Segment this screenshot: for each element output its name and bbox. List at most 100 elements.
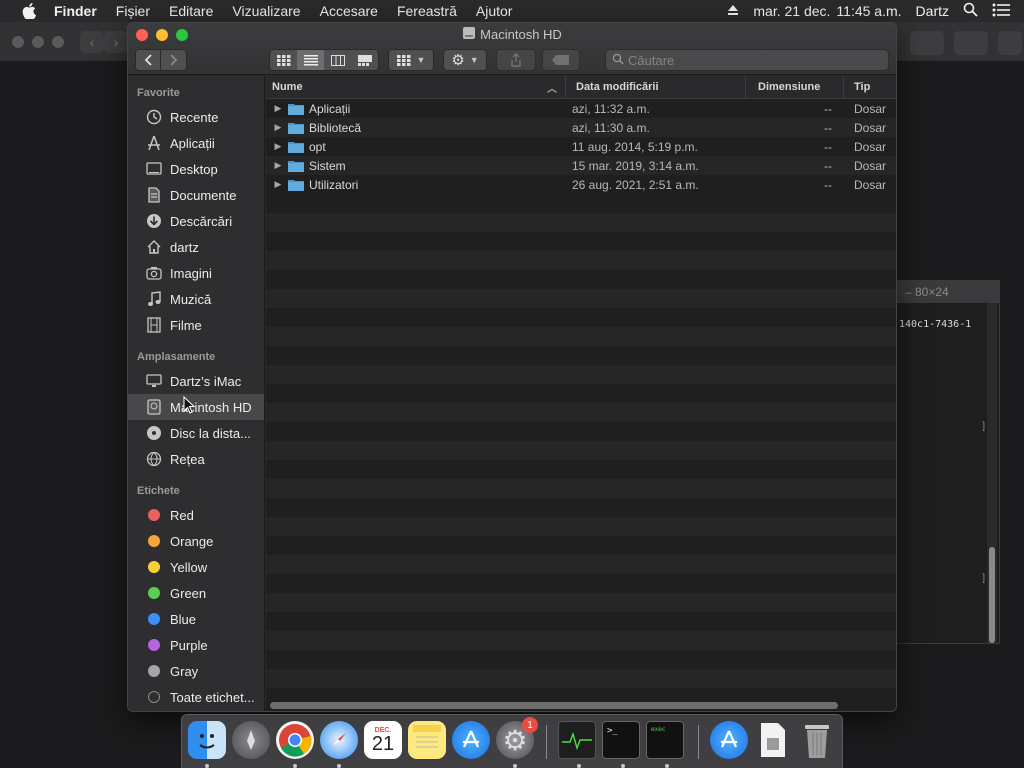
tag-dot-icon <box>148 535 160 547</box>
mouse-pointer-icon <box>183 395 196 414</box>
finder-app-icon[interactable] <box>188 721 226 759</box>
back-button[interactable] <box>136 50 162 70</box>
notes-app-icon[interactable] <box>408 721 446 759</box>
menu-view[interactable]: Vizualizare <box>232 3 300 19</box>
bg-minimize-icon <box>32 36 44 48</box>
sidebar-tag-all-tags[interactable]: Toate etichet... <box>128 684 264 710</box>
sidebar-item-remote-disc[interactable]: Disc la dista... <box>128 420 264 446</box>
menubar-time[interactable]: 11:45 a.m. <box>836 3 901 19</box>
view-mode-control <box>269 49 379 71</box>
sidebar-item-documents[interactable]: Documente <box>128 182 264 208</box>
file-name: opt <box>309 139 326 154</box>
sidebar-tag-red[interactable]: Red <box>128 502 264 528</box>
app-store-app-icon[interactable] <box>452 721 490 759</box>
column-header-kind[interactable]: Tip <box>844 76 896 98</box>
disclosure-triangle-icon[interactable]: ▶ <box>268 179 288 190</box>
sidebar-tag-green[interactable]: Green <box>128 580 264 606</box>
trash-icon[interactable] <box>798 721 836 759</box>
file-size: -- <box>824 158 832 173</box>
terminal-scrollbar[interactable] <box>987 303 997 643</box>
column-header-modified[interactable]: Data modificării <box>566 76 746 98</box>
sidebar-tag-yellow[interactable]: Yellow <box>128 554 264 580</box>
table-row[interactable]: ▶ Aplicații azi, 11:32 a.m. -- Dosar <box>266 99 896 118</box>
column-header-size[interactable]: Dimensiune <box>746 76 844 98</box>
file-name: Utilizatori <box>309 177 359 192</box>
sidebar-item-macintosh-hd[interactable]: Macintosh HD <box>128 394 264 420</box>
menu-file[interactable]: Fișier <box>116 3 150 19</box>
chrome-app-icon[interactable] <box>276 721 314 759</box>
dock: DEC. 21 ⚙ 1 >_ exec <box>181 714 843 768</box>
sidebar-item-desktop[interactable]: Desktop <box>128 156 264 182</box>
sidebar-item-imac[interactable]: Dartz’s iMac <box>128 368 264 394</box>
column-view-button[interactable] <box>324 50 351 70</box>
gallery-view-button[interactable] <box>351 50 378 70</box>
sidebar-item-home[interactable]: dartz <box>128 234 264 260</box>
action-menu-button[interactable]: ⚙ ▼ <box>443 49 487 71</box>
table-row[interactable]: ▶ Utilizatori 26 aug. 2021, 2:51 a.m. --… <box>266 175 896 194</box>
disclosure-triangle-icon[interactable]: ▶ <box>268 103 288 114</box>
file-name: Aplicații <box>309 101 351 116</box>
download-icon <box>145 212 163 230</box>
sidebar-item-movies[interactable]: Filme <box>128 312 264 338</box>
sidebar-tag-blue[interactable]: Blue <box>128 606 264 632</box>
launchpad-app-icon[interactable] <box>232 721 270 759</box>
menu-window[interactable]: Fereastră <box>397 3 457 19</box>
menubar-user[interactable]: Dartz <box>916 3 949 19</box>
sidebar-tag-orange[interactable]: Orange <box>128 528 264 554</box>
terminal-scroll-thumb[interactable] <box>989 547 995 643</box>
document-stack-icon[interactable] <box>754 721 792 759</box>
safari-app-icon[interactable] <box>320 721 358 759</box>
exec-script-icon[interactable]: exec <box>646 721 684 759</box>
calendar-app-icon[interactable]: DEC. 21 <box>364 721 402 759</box>
disclosure-triangle-icon[interactable]: ▶ <box>268 122 288 133</box>
table-row[interactable]: ▶ Sistem 15 mar. 2019, 3:14 a.m. -- Dosa… <box>266 156 896 175</box>
icon-view-button[interactable] <box>270 50 297 70</box>
activity-monitor-app-icon[interactable] <box>558 721 596 759</box>
folder-icon <box>288 161 304 172</box>
column-header-name[interactable]: Nume ︿ <box>266 76 566 98</box>
search-input[interactable] <box>628 52 878 68</box>
horizontal-scrollbar[interactable] <box>270 702 838 709</box>
forward-button[interactable] <box>161 50 186 70</box>
disclosure-triangle-icon[interactable]: ▶ <box>268 160 288 171</box>
disclosure-triangle-icon[interactable]: ▶ <box>268 141 288 152</box>
table-row[interactable]: ▶ opt 11 aug. 2014, 5:19 p.m. -- Dosar <box>266 137 896 156</box>
file-modified: azi, 11:32 a.m. <box>572 101 650 116</box>
eject-icon[interactable] <box>727 3 739 19</box>
sidebar-item-pictures[interactable]: Imagini <box>128 260 264 286</box>
terminal-window[interactable]: – 80×24 140c1-7436-1 ] ] <box>896 280 1000 644</box>
sidebar-item-label: Desktop <box>170 161 218 177</box>
menu-finder[interactable]: Finder <box>54 3 97 19</box>
menu-help[interactable]: Ajutor <box>476 3 513 19</box>
sidebar-item-applications[interactable]: Aplicații <box>128 130 264 156</box>
sidebar-tag-gray[interactable]: Gray <box>128 658 264 684</box>
search-field[interactable] <box>605 49 889 71</box>
notification-center-icon[interactable] <box>992 3 1010 20</box>
tag-button[interactable] <box>542 49 580 71</box>
applications-stack-icon[interactable] <box>710 721 748 759</box>
share-button[interactable] <box>496 49 536 71</box>
folder-icon <box>288 123 304 134</box>
file-name: Bibliotecă <box>309 120 362 135</box>
sidebar-item-downloads[interactable]: Descărcări <box>128 208 264 234</box>
group-by-button[interactable]: ▼ <box>388 49 434 71</box>
spotlight-search-icon[interactable] <box>963 2 978 20</box>
sidebar-item-label: Toate etichet... <box>170 689 255 705</box>
empty-rows-area[interactable] <box>266 194 896 704</box>
terminal-app-icon[interactable]: >_ <box>602 721 640 759</box>
sidebar-item-label: Recente <box>170 109 219 125</box>
system-preferences-app-icon[interactable]: ⚙ 1 <box>496 717 538 759</box>
sidebar-item-network[interactable]: Rețea <box>128 446 264 472</box>
list-view-button[interactable] <box>297 50 324 70</box>
sidebar-item-recents[interactable]: Recente <box>128 104 264 130</box>
menu-go[interactable]: Accesare <box>320 3 378 19</box>
menu-edit[interactable]: Editare <box>169 3 213 19</box>
apple-menu-icon[interactable] <box>18 0 40 22</box>
music-icon <box>145 290 163 308</box>
sidebar-item-music[interactable]: Muzică <box>128 286 264 312</box>
menubar-date[interactable]: mar. 21 dec. <box>753 3 830 19</box>
bg-zoom-icon <box>52 36 64 48</box>
sidebar-tag-purple[interactable]: Purple <box>128 632 264 658</box>
table-row[interactable]: ▶ Bibliotecă azi, 11:30 a.m. -- Dosar <box>266 118 896 137</box>
bg-forward-icon: › <box>104 31 128 53</box>
